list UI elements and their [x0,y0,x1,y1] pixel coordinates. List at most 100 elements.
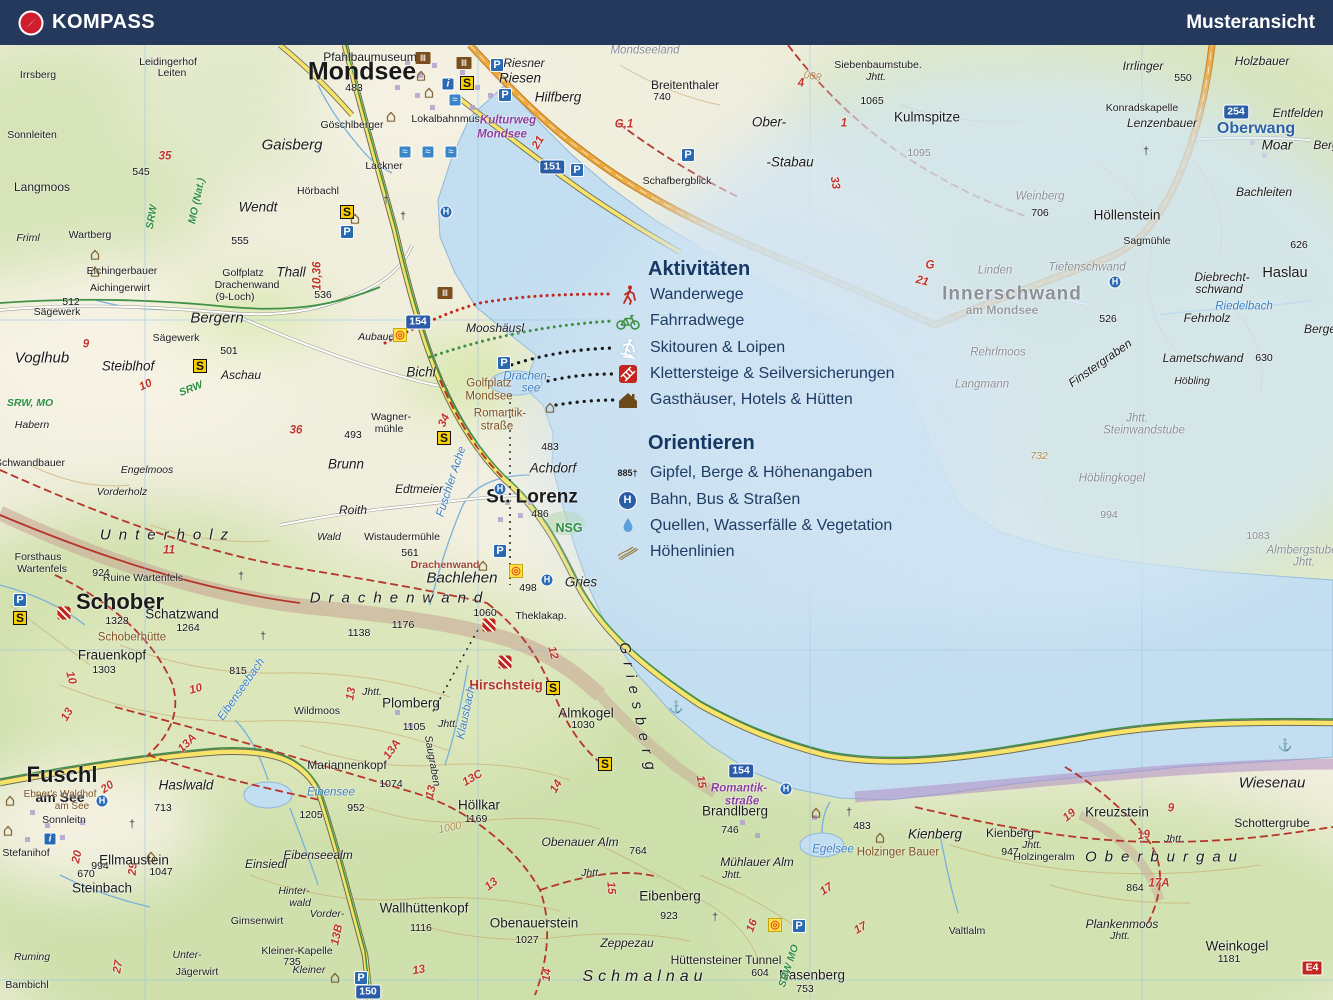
map-label: Oberwang [1217,121,1295,137]
map-label: Edtmeier [395,483,443,495]
map-label: 952 [347,803,365,814]
map-label: 10 [63,670,77,685]
map-label: Lametschwand [1163,352,1244,364]
map-label: Rehrlmoos [970,347,1026,359]
map-label: Haslau [1262,266,1307,281]
marker-hut: ⌂ [478,557,488,574]
peak-elevation-icon: 885† [614,468,641,478]
marker-hut: ⌂ [545,399,555,416]
map-label: Wildmoos [294,706,340,717]
map-label: Eibensee [307,787,355,799]
map-label: Sonnleitn [42,815,86,826]
map-label: NSG [555,522,582,535]
map-label: 1264 [176,623,199,634]
map-label: Lenzenbauer [1127,117,1197,129]
map-label: Langmann [955,379,1009,391]
map-label: 740 [653,92,671,103]
map-label: 33 [827,176,841,191]
map-label: see [522,383,541,395]
map-label: Aichingerwirt [90,283,150,294]
map-label: 17A [1148,878,1169,890]
map-label: Roith [339,504,367,516]
map-label: 630 [1255,353,1273,364]
map-label: 13 [412,964,427,978]
map-label: 924 [92,568,110,579]
map-label: Jhtt. [1293,557,1315,569]
map-label: Höblingkogel [1079,473,1146,485]
marker-kst [499,656,512,669]
map-label: Egelsee [812,844,854,856]
legend-item-fahrradwege: Fahrradwege [614,308,744,334]
map-label: Berg [1313,139,1333,151]
map-label: 1065 [860,96,883,107]
map-label: Habern [15,420,49,431]
marker-pano: ◎ [393,328,407,342]
legend-activities-title: Aktivitäten [648,258,750,281]
map-label: 923 [660,911,678,922]
marker-i: i [44,833,57,846]
map-label: Gries [565,575,597,589]
map-canvas[interactable]: PfahlbaumuseumMondsee483MondseelandRiesn… [0,45,1333,1000]
map-label: 1138 [348,628,371,639]
spring-icon [614,516,641,536]
map-label: Jhtt. [1164,834,1184,845]
marker-shield-151: 151 [539,160,565,175]
map-label: Unterholz [100,528,236,543]
map-label: -Stabau [766,155,813,169]
map-label: Vorder- [310,909,344,920]
map-label: Ebner's Waldhof [24,790,97,800]
map-label: Zeppezau [600,937,653,949]
legend-item-label: Höhenlinien [650,543,735,561]
map-label: Theklakap. [515,611,566,622]
via-ferrata-icon [614,364,641,384]
marker-S: S [193,359,207,373]
legend-item-label: Fahrradwege [650,312,744,330]
map-label: Aubauer [358,332,398,343]
marker-wsq: ≈ [449,94,462,107]
marker-mus: Ⅲ [438,287,453,299]
marker-H: H [1109,276,1122,289]
map-label: 1169 [465,814,488,825]
marker-wsq: ≈ [399,146,412,159]
map-label: schwand [1195,283,1242,295]
map-label: Leidingerhof [139,57,197,68]
marker-P: P [498,88,512,102]
map-label: Jhtt. [1126,413,1148,425]
map-label: 14 [542,968,555,982]
map-label: Obenauerstein [490,916,579,930]
marker-wsq: ≈ [445,146,458,159]
map-label: Romantik- [474,408,526,420]
map-label: 800 [803,68,822,81]
map-label: straße [481,421,514,433]
map-label: 483 [541,442,559,453]
map-label: Hirschsteig [469,678,543,692]
map-label: 483 [853,821,871,832]
map-label: Schatzwand [145,607,219,621]
marker-pano: ◎ [509,564,523,578]
map-label: Mondsee [477,129,527,141]
map-label: Engelmoos [121,465,174,476]
bus-stop-icon: H [614,491,641,510]
legend-item-label: Bahn, Bus & Straßen [650,491,800,509]
map-label: Leiten [158,68,187,79]
map-label: 1181 [1218,954,1241,965]
map-label: 11 [163,545,175,557]
marker-P: P [490,58,504,72]
map-label: Kulturweg [480,115,536,127]
map-label: 35 [159,151,172,163]
map-label: 604 [751,968,769,979]
map-label: 561 [401,548,419,559]
legend-item-label: Quellen, Wasserfälle & Vegetation [650,517,892,535]
map-label: 498 [519,583,537,594]
map-label: (9-Loch) [215,292,254,303]
legend-item-hoehenlinien: Höhenlinien [614,539,735,565]
marker-hut: ⌂ [386,108,396,125]
map-label: Holzingeralm [1013,852,1074,863]
map-label: 1105 [403,722,426,733]
top-bar: KOMPASS Musteransicht [0,0,1333,45]
map-label: Wartenfels [17,564,67,575]
map-label: Steinwandstube [1103,425,1185,437]
map-label: 1328 [105,616,128,627]
legend-item-klettersteige: Klettersteige & Seilversicherungen [614,361,895,387]
marker-hut: ⌂ [146,848,156,865]
